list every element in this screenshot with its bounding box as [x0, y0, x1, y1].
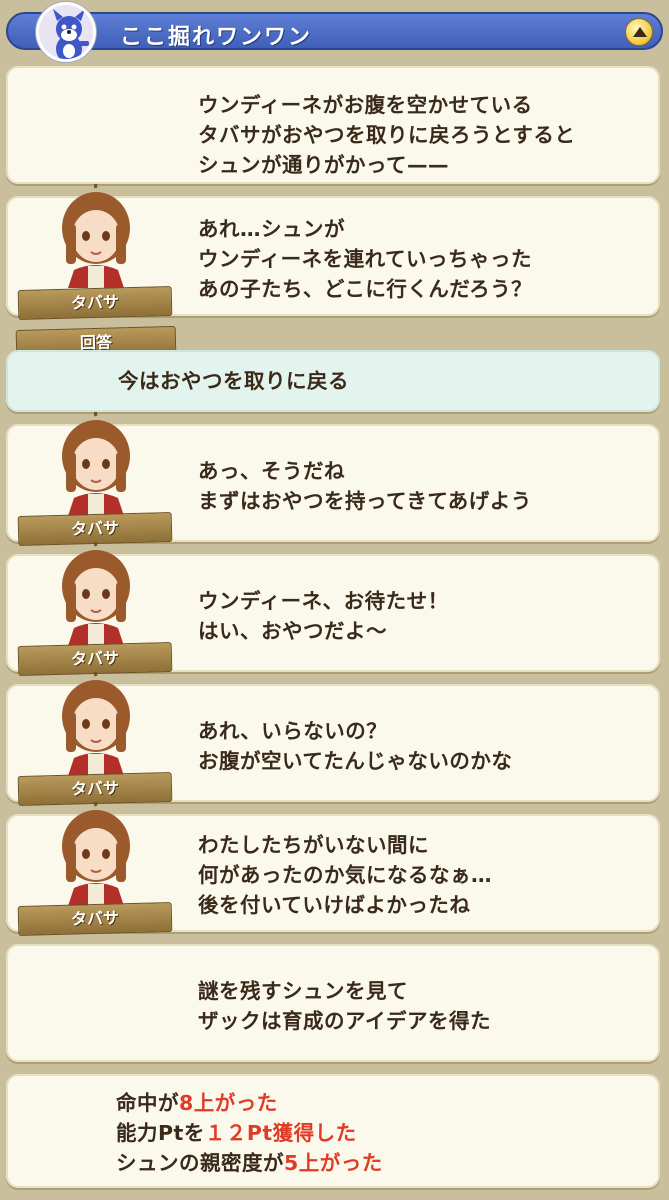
character-portrait [48, 798, 144, 906]
dialogue-card: タバサ あれ、いらないの？ お腹が空いてたんじゃないのかな [6, 668, 660, 807]
character-portrait [48, 668, 144, 776]
narration-text: ウンディーネがお腹を空かせている タバサがおやつを取りに戻ろうとすると シュンが… [198, 93, 576, 177]
dialogue-card: タバサ ウンディーネ、お待たせ！ はい、おやつだよ〜 [6, 538, 660, 677]
answer-card: 今はおやつを取りに戻る [6, 350, 660, 412]
answer-text: 今はおやつを取りに戻る [118, 369, 349, 393]
speaker-nameplate: タバサ [17, 511, 173, 547]
speaker-nameplate: タバサ [17, 285, 173, 321]
collapse-button[interactable] [625, 18, 653, 46]
narration-text: 謎を残すシュンを見て ザックは育成のアイデアを得た [198, 979, 491, 1033]
dialogue-text: あっ、そうだね まずはおやつを持ってきてあげよう [198, 459, 532, 513]
character-portrait [48, 538, 144, 646]
results-text: 命中が8上がった 能力Ptを１２Pt獲得した シュンの親密度が5上がった [116, 1088, 383, 1178]
dialogue-text: あれ…シュンが ウンディーネを連れていっちゃった あの子たち、どこに行くんだろう… [198, 217, 533, 301]
result-ability-pt: 能力Ptを１２Pt獲得した [116, 1121, 357, 1145]
dialogue-text: あれ、いらないの？ お腹が空いてたんじゃないのかな [198, 719, 513, 773]
event-title: ここ掘れワンワン [120, 25, 313, 50]
speaker-nameplate: タバサ [17, 641, 173, 677]
narration-card: ウンディーネがお腹を空かせている タバサがおやつを取りに戻ろうとすると シュンが… [6, 66, 660, 184]
dialogue-text: ウンディーネ、お待たせ！ はい、おやつだよ〜 [198, 589, 449, 643]
results-card: 命中が8上がった 能力Ptを１２Pt獲得した シュンの親密度が5上がった [6, 1074, 660, 1188]
result-affinity: シュンの親密度が5上がった [116, 1151, 383, 1175]
dialogue-card: タバサ わたしたちがいない間に 何があったのか気になるなぁ… 後を付いていけばよ… [6, 798, 660, 937]
character-portrait [48, 408, 144, 516]
event-title-bar: ここ掘れワンワン [6, 12, 663, 50]
dialogue-text: わたしたちがいない間に 何があったのか気になるなぁ… 後を付いていけばよかったね [198, 833, 492, 917]
narration-card: 謎を残すシュンを見て ザックは育成のアイデアを得た [6, 944, 660, 1062]
speaker-nameplate: タバサ [17, 771, 173, 807]
dialogue-card: タバサ あっ、そうだね まずはおやつを持ってきてあげよう [6, 408, 660, 547]
dialogue-card: タバサ あれ…シュンが ウンディーネを連れていっちゃった あの子たち、どこに行く… [6, 180, 660, 321]
blue-dog-mascot-icon [36, 2, 96, 62]
speaker-nameplate: タバサ [17, 901, 173, 937]
result-accuracy: 命中が8上がった [116, 1091, 278, 1115]
character-portrait [48, 180, 144, 288]
